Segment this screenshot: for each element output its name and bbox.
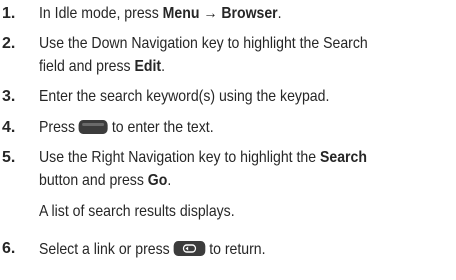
go-label: Go [147,172,168,189]
step-2-line2: field and press Edit. [39,58,166,75]
menu-key-icon [78,120,108,134]
step-number: 1. [2,5,16,22]
step-text-line1: Use the Right Navigation key to highligh… [39,149,367,166]
instruction-list: 1. In Idle mode, press Menu → Browser. 2… [0,0,456,280]
step-number: 4. [2,119,16,136]
step-text: In Idle mode, press Menu → Browser. [39,5,282,22]
step-text: Enter the search keyword(s) using the ke… [39,88,330,105]
edit-label: Edit [134,58,162,75]
step-5-line2: button and press Go. [39,172,172,189]
back-key-icon [173,241,206,256]
step-text-line1: Use the Down Navigation key to highlight… [39,35,368,52]
step-number: 2. [2,35,16,52]
step-text: Select a link or press to return. [39,241,266,258]
step-number: 6. [2,240,16,257]
step-number: 3. [2,88,16,105]
search-label: Search [319,149,367,166]
step-number: 5. [2,149,16,166]
step-5-note: A list of search results displays. [39,203,235,220]
step-text: Press to enter the text. [39,119,214,136]
menu-path: Menu → Browser [162,5,278,22]
